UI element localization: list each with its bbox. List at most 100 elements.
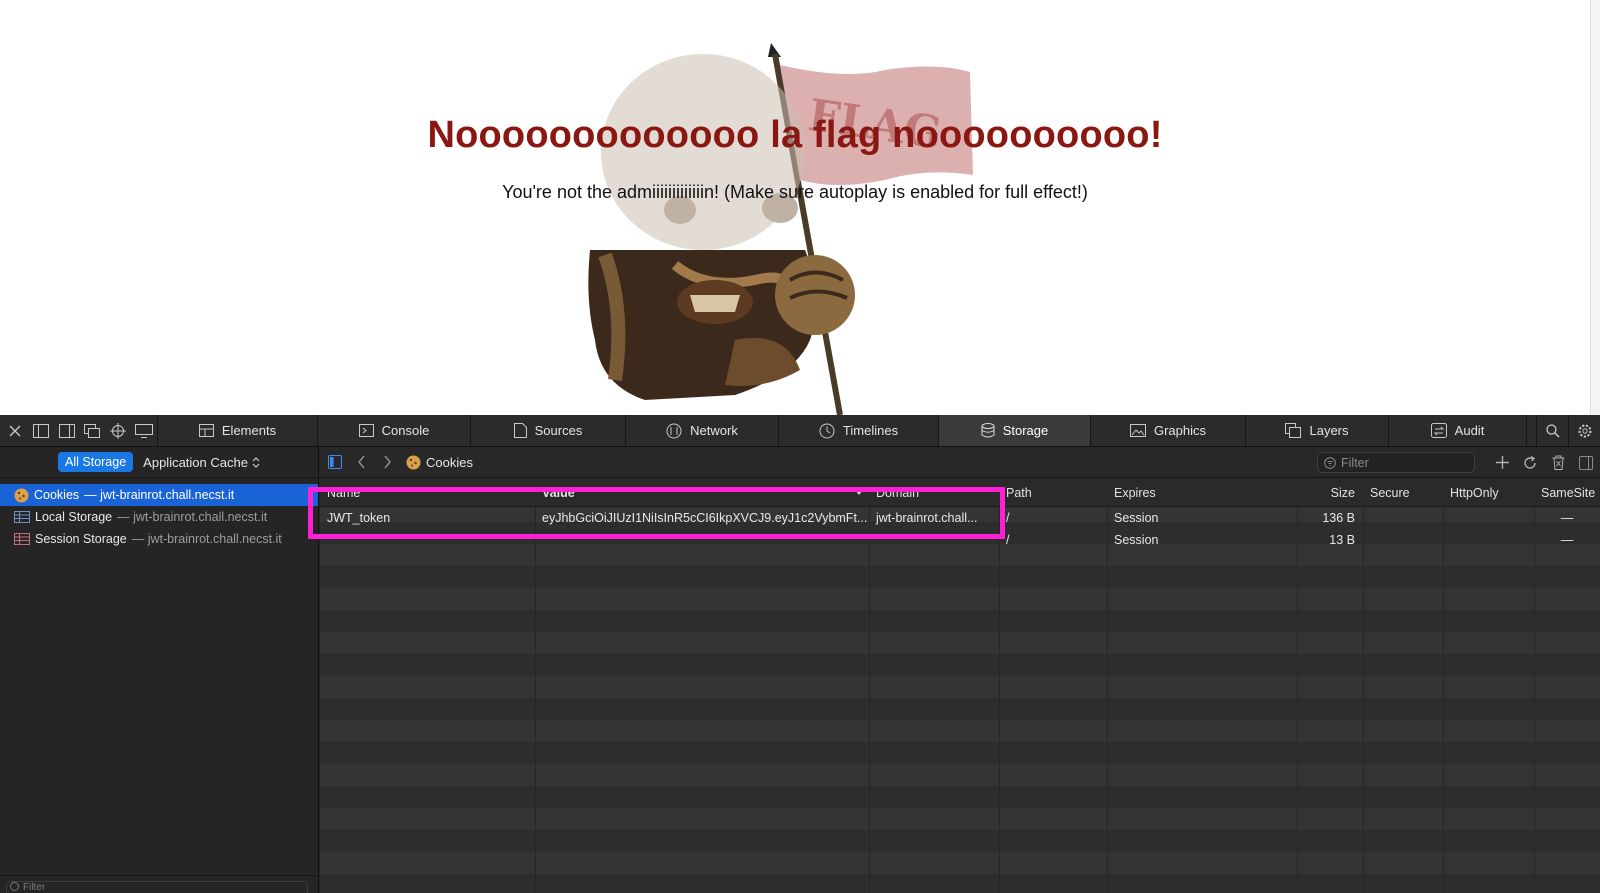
tab-label: Audit [1454, 423, 1485, 438]
sidebar-item-label: Cookies [34, 488, 80, 502]
breadcrumb[interactable]: Cookies [406, 455, 473, 470]
gear-icon[interactable] [1568, 415, 1600, 446]
add-cookie-icon[interactable] [1488, 456, 1516, 469]
tab-bar-tools [1536, 415, 1600, 446]
sidebar-item-label: Session Storage [35, 532, 127, 546]
sidebar-item-cookies[interactable]: Cookies — jwt-brainrot.chall.necst.it [0, 484, 318, 506]
forward-icon[interactable] [374, 455, 400, 469]
tab-label: Layers [1309, 423, 1349, 438]
inspect-element-icon[interactable] [105, 415, 131, 447]
dock-right-icon[interactable] [54, 415, 80, 447]
dock-left-icon[interactable] [28, 415, 54, 447]
page-subheading: You're not the admiiiiiiiiiiiiin! (Make … [502, 182, 1088, 202]
column-header-secure[interactable]: Secure [1363, 478, 1443, 507]
cookie-icon [14, 488, 29, 502]
column-header-samesite[interactable]: SameSite [1534, 478, 1600, 507]
back-icon[interactable] [348, 455, 374, 469]
cookies-filter-input[interactable]: Filter [1317, 452, 1475, 473]
toggle-sidebar-icon[interactable] [322, 455, 348, 469]
application-cache-label: Application Cache [143, 454, 248, 470]
tab-label: Graphics [1153, 423, 1207, 438]
column-header-expires[interactable]: Expires [1107, 478, 1297, 507]
trash-icon[interactable] [1544, 455, 1572, 470]
tab-network[interactable]: Network [626, 415, 779, 446]
breadcrumb-label: Cookies [426, 454, 473, 470]
network-icon [666, 423, 682, 438]
tab-label: Sources [534, 423, 583, 438]
dock-controls [0, 415, 158, 446]
cell-secure [1363, 529, 1443, 551]
sidebar-filter-placeholder: Filter [23, 882, 46, 893]
graphics-icon [1129, 424, 1146, 437]
tab-sources[interactable]: Sources [471, 415, 626, 446]
cell-httponly [1443, 507, 1534, 529]
sidebar-item-host: — jwt-brainrot.chall.necst.it [84, 488, 235, 502]
audit-icon [1430, 423, 1447, 438]
table-icon [14, 533, 30, 545]
tab-layers[interactable]: Layers [1246, 415, 1389, 446]
tab-label: Network [690, 423, 738, 438]
sidebar-item-label: Local Storage [35, 510, 113, 524]
cell-expires: Session [1114, 511, 1159, 525]
elements-icon [198, 424, 214, 437]
storage-navigation-bar: Cookies Filter [320, 447, 1600, 478]
sidebar-item-local-storage[interactable]: Local Storage — jwt-brainrot.chall.necst… [0, 506, 318, 528]
cell-path: / [1006, 533, 1010, 547]
page-headline: Nooooooooooooo la flag noooooooooo! [427, 114, 1163, 156]
cookies-actions [1488, 447, 1600, 478]
highlight-annotation-box [308, 487, 1005, 539]
tab-elements[interactable]: Elements [158, 415, 318, 446]
cell-size: 13 B [1329, 533, 1355, 547]
detach-window-icon[interactable] [79, 415, 105, 447]
inspector-tab-bar: Elements Console Sources Network Timelin… [0, 415, 1600, 447]
cell-expires: Session [1114, 533, 1159, 547]
column-header-size[interactable]: Size [1297, 478, 1363, 507]
cell-path: / [1006, 511, 1010, 525]
search-icon[interactable] [1536, 415, 1568, 446]
zombie-flag-image: FLAG [588, 43, 973, 415]
filter-placeholder: Filter [1341, 455, 1369, 470]
tab-timelines[interactable]: Timelines [779, 415, 939, 446]
all-storage-button[interactable]: All Storage [58, 452, 134, 472]
console-icon [358, 424, 374, 437]
cell-samesite: — [1560, 533, 1574, 547]
toggle-details-icon[interactable] [1572, 455, 1600, 470]
storage-sidebar: All Storage Application Cache Cookies — … [0, 447, 319, 893]
tab-graphics[interactable]: Graphics [1091, 415, 1246, 446]
tab-label: Timelines [842, 423, 899, 438]
sidebar-filter-input[interactable]: Filter [6, 881, 308, 893]
sidebar-filter-bar: Filter [0, 875, 318, 893]
tab-label: Elements [221, 423, 277, 438]
column-header-httponly[interactable]: HttpOnly [1443, 478, 1534, 507]
web-page-viewport: FLAG Nooooooooooooo la flag noooooooooo!… [0, 0, 1600, 415]
tab-label: Console [381, 423, 430, 438]
sidebar-item-host: — jwt-brainrot.chall.necst.it [117, 510, 268, 524]
filter-icon [1324, 456, 1336, 469]
timelines-icon [819, 423, 835, 438]
cookies-table: Name Value Domain Path Expires Size Secu… [320, 478, 1600, 893]
sidebar-item-host: — jwt-brainrot.chall.necst.it [131, 532, 282, 546]
sidebar-scope-bar: All Storage Application Cache [0, 447, 318, 478]
tab-label: Storage [1002, 423, 1049, 438]
cookie-icon [406, 455, 421, 469]
cell-samesite: — [1560, 511, 1574, 525]
tab-audit[interactable]: Audit [1389, 415, 1527, 446]
layers-icon [1285, 423, 1302, 438]
column-header-path[interactable]: Path [999, 478, 1107, 507]
cell-secure [1363, 507, 1443, 529]
tab-console[interactable]: Console [318, 415, 471, 446]
storage-icon [981, 423, 995, 438]
application-cache-select[interactable]: Application Cache [143, 455, 260, 470]
chevron-updown-icon [252, 456, 260, 468]
refresh-icon[interactable] [1516, 455, 1544, 470]
sidebar-item-session-storage[interactable]: Session Storage — jwt-brainrot.chall.nec… [0, 528, 318, 550]
sources-icon [513, 423, 527, 438]
table-icon [14, 511, 30, 523]
cell-size: 136 B [1322, 511, 1355, 525]
page-scrollbar[interactable] [1590, 0, 1600, 415]
device-settings-icon[interactable] [131, 415, 157, 447]
cell-httponly [1443, 529, 1534, 551]
tab-storage[interactable]: Storage [939, 415, 1091, 446]
close-icon[interactable] [2, 415, 28, 447]
filter-icon [10, 882, 19, 891]
